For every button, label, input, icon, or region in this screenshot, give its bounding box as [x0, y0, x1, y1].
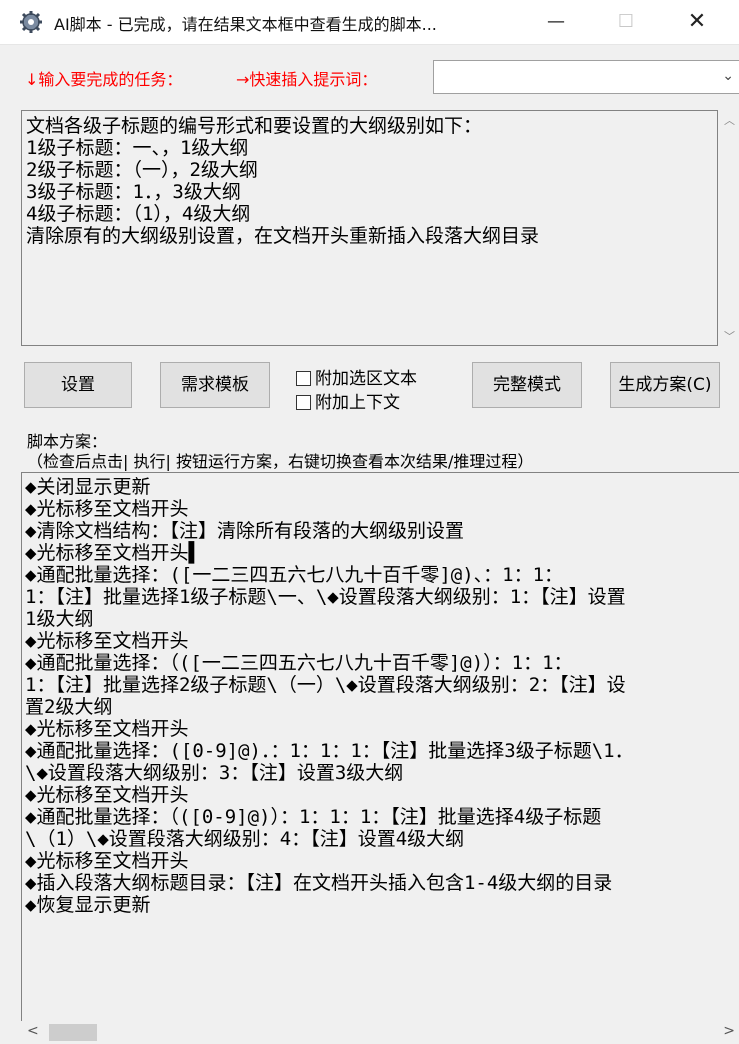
- maximize-button[interactable]: ☐: [603, 0, 649, 44]
- title-bar: AI脚本 - 已完成，请在结果文本框中查看生成的脚本... — ☐ ✕: [0, 0, 739, 45]
- task-label: ↓输入要完成的任务：: [25, 70, 183, 89]
- scroll-right-icon[interactable]: >: [723, 1023, 735, 1039]
- template-button[interactable]: 需求模板: [160, 362, 270, 408]
- attach-context-checkbox[interactable]: 附加上下文: [296, 388, 400, 413]
- settings-button[interactable]: 设置: [24, 362, 132, 408]
- horizontal-scrollbar[interactable]: < >: [21, 1021, 739, 1044]
- task-input[interactable]: 文档各级子标题的编号形式和要设置的大纲级别如下： 1级子标题：一、，1级大纲 2…: [21, 110, 718, 346]
- full-mode-button[interactable]: 完整模式: [472, 362, 582, 408]
- scroll-thumb[interactable]: [49, 1024, 97, 1041]
- script-hint: （检查后点击| 执行| 按钮运行方案，右键切换查看本次结果/推理过程）: [27, 452, 534, 471]
- attach-context-label: 附加上下文: [315, 393, 400, 413]
- close-button[interactable]: ✕: [674, 0, 720, 44]
- checkbox-box[interactable]: [296, 395, 311, 410]
- attach-selection-checkbox[interactable]: 附加选区文本: [296, 364, 417, 389]
- quick-insert-dropdown[interactable]: ⌄: [433, 60, 739, 94]
- chevron-down-icon: ⌄: [722, 68, 734, 84]
- quick-insert-label: →快速插入提示词：: [236, 70, 378, 89]
- window-title: AI脚本 - 已完成，请在结果文本框中查看生成的脚本...: [54, 15, 437, 34]
- scroll-left-icon[interactable]: <: [27, 1023, 39, 1039]
- script-output[interactable]: ◆关闭显示更新 ◆光标移至文档开头 ◆清除文档结构：【注】清除所有段落的大纲级别…: [21, 472, 739, 1044]
- scroll-up-icon[interactable]: ︿: [724, 112, 735, 128]
- scroll-down-icon[interactable]: ﹀: [724, 328, 735, 344]
- minimize-button[interactable]: —: [533, 0, 579, 44]
- script-text[interactable]: ◆关闭显示更新 ◆光标移至文档开头 ◆清除文档结构：【注】清除所有段落的大纲级别…: [22, 473, 739, 916]
- gear-icon: [20, 11, 42, 33]
- task-scrollbar[interactable]: ︿ ﹀: [720, 110, 739, 346]
- attach-selection-label: 附加选区文本: [315, 369, 417, 389]
- checkbox-box[interactable]: [296, 371, 311, 386]
- generate-button[interactable]: 生成方案(C): [610, 362, 720, 408]
